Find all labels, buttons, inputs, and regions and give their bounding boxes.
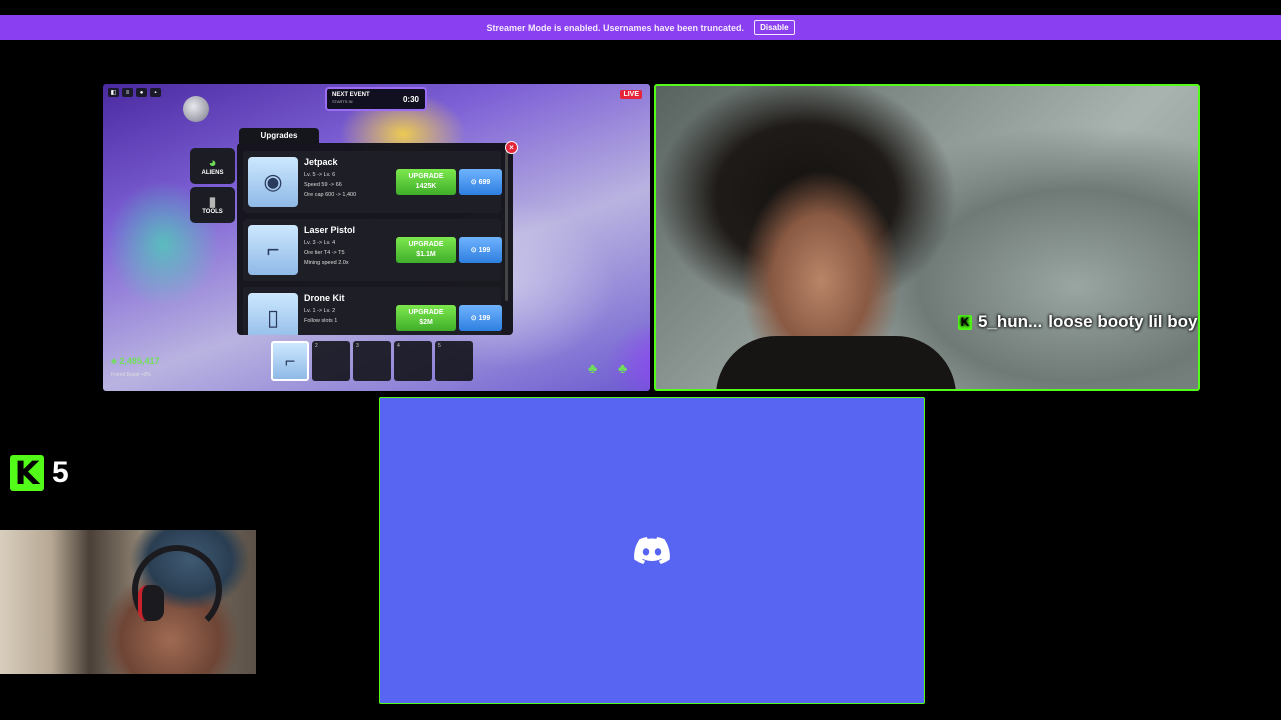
upgrade-label: UPGRADE	[408, 173, 444, 180]
upgrade-row-drone-kit: ▯ Drone Kit Lv. 1 -> Lv. 2 Follow slots …	[243, 287, 502, 335]
next-event-box: NEXT EVENT STARTS IN 0:30	[325, 87, 427, 111]
discord-participant-tile	[379, 397, 925, 704]
chat-toggle-icon[interactable]: ≡	[122, 88, 133, 97]
close-icon[interactable]: ×	[505, 141, 518, 154]
tools-icon: ▮	[208, 194, 217, 209]
upgrade-button[interactable]: UPGRADE $1.1M	[396, 237, 456, 263]
tree-icon[interactable]: ♣	[618, 360, 627, 376]
webcam-tile-main: K 5_hun... loose booty lil boy	[654, 84, 1200, 391]
slot-number: 3	[356, 343, 359, 349]
upgrade-price: 1425K	[415, 183, 437, 190]
gem-buy-button[interactable]: ⊙ 699	[459, 169, 502, 195]
hotbar-slot[interactable]: 5	[435, 341, 473, 381]
upgrade-name: Laser Pistol	[304, 225, 356, 235]
laser-pistol-icon: ⌐	[284, 350, 296, 371]
streamer-mode-banner: Streamer Mode is enabled. Usernames have…	[0, 15, 1281, 40]
slot-number: 5	[438, 343, 441, 349]
upgrade-stat: Lv. 1 -> Lv. 2	[304, 308, 336, 314]
upgrades-title: Upgrades	[239, 128, 319, 143]
upgrade-row-jetpack: ◉ Jetpack Lv. 5 -> Lv. 6 Speed 59 -> 66 …	[243, 151, 502, 213]
kick-logo-icon: K	[10, 454, 44, 492]
upgrades-panel: ◉ Jetpack Lv. 5 -> Lv. 6 Speed 59 -> 66 …	[237, 143, 513, 335]
aliens-label: ALIENS	[201, 170, 224, 176]
upgrades-scrollbar[interactable]	[505, 151, 508, 301]
viewer-count: 5	[52, 456, 69, 489]
hotbar-slot[interactable]: 3	[353, 341, 391, 381]
headset-cup	[138, 585, 164, 621]
hud-top-left-icons: ◧ ≡ ● ▪	[108, 88, 161, 97]
upgrade-button[interactable]: UPGRADE $2M	[396, 305, 456, 331]
disable-streamer-mode-button[interactable]: Disable	[754, 20, 795, 35]
upgrade-label: UPGRADE	[408, 241, 444, 248]
webcam-person	[716, 336, 956, 389]
upgrade-price: $2M	[419, 319, 433, 326]
upgrade-label: UPGRADE	[408, 309, 444, 316]
upgrade-stat: Ore tier T4 -> T5	[304, 250, 345, 256]
upgrade-row-laser-pistol: ⌐ Laser Pistol Lv. 3 -> Lv. 4 Ore tier T…	[243, 219, 502, 281]
tools-label: TOOLS	[202, 209, 223, 215]
gem-price: 699	[478, 178, 491, 186]
hotbar-slot[interactable]: 2	[312, 341, 350, 381]
chat-overlay-line: K 5_hun... loose booty lil boy	[958, 312, 1197, 332]
player-avatar	[183, 96, 209, 122]
friend-boost-label: Friend Boost +0%	[111, 372, 151, 378]
gem-price: 199	[478, 314, 491, 322]
webcam-tile-secondary	[0, 530, 256, 674]
tools-button[interactable]: ▮ TOOLS	[190, 187, 235, 223]
upgrade-stat: Lv. 3 -> Lv. 4	[304, 240, 336, 246]
backpack-icon[interactable]: ▪	[150, 88, 161, 97]
stream-layout: Streamer Mode is enabled. Usernames have…	[0, 0, 1281, 720]
aliens-button[interactable]: ◕ ALIENS	[190, 148, 235, 184]
alien-icon: ◕	[208, 155, 217, 170]
roblox-menu-icon[interactable]: ◧	[108, 88, 119, 97]
upgrade-stat: Follow slots 1	[304, 318, 338, 324]
upgrade-stat: Mining speed 2.0x	[304, 260, 349, 266]
upgrade-stat: Speed 59 -> 66	[304, 182, 342, 188]
banner-message: Streamer Mode is enabled. Usernames have…	[486, 22, 745, 33]
hotbar: ⌐ 2 3 4 5	[271, 341, 473, 381]
kick-viewer-count: K 5	[10, 454, 69, 492]
gem-price: 199	[478, 246, 491, 254]
currency-amount: 2,485,417	[119, 356, 160, 366]
discord-logo-icon	[634, 536, 670, 564]
chat-username: 5_hun...	[978, 312, 1043, 331]
hotbar-slot[interactable]: ⌐	[271, 341, 309, 381]
jetpack-icon: ◉	[248, 157, 298, 207]
event-countdown: 0:30	[402, 95, 419, 104]
mic-icon[interactable]: ●	[136, 88, 147, 97]
drone-kit-icon: ▯	[248, 293, 298, 335]
upgrade-stat: Lv. 5 -> Lv. 6	[304, 172, 336, 178]
currency-display: ♣ 2,485,417	[111, 356, 160, 366]
upgrade-name: Drone Kit	[304, 293, 345, 303]
upgrade-name: Jetpack	[304, 157, 338, 167]
laser-pistol-icon: ⌐	[248, 225, 298, 275]
slot-number: 2	[315, 343, 318, 349]
gem-buy-button[interactable]: ⊙ 199	[459, 237, 502, 263]
chat-message: loose booty lil boy	[1048, 312, 1198, 331]
gem-buy-button[interactable]: ⊙ 199	[459, 305, 502, 331]
kick-badge-icon: K	[958, 314, 972, 330]
tree-icon[interactable]: ♣	[588, 360, 597, 376]
game-screen-tile[interactable]: ◧ ≡ ● ▪ NEXT EVENT STARTS IN 0:30 LIVE ◕…	[103, 84, 650, 391]
upgrade-button[interactable]: UPGRADE 1425K	[396, 169, 456, 195]
upgrade-price: $1.1M	[416, 251, 436, 258]
upgrade-stat: Ore cap 600 -> 1,400	[304, 192, 357, 198]
slot-number: 4	[397, 343, 400, 349]
live-badge: LIVE	[620, 90, 642, 99]
hotbar-slot[interactable]: 4	[394, 341, 432, 381]
